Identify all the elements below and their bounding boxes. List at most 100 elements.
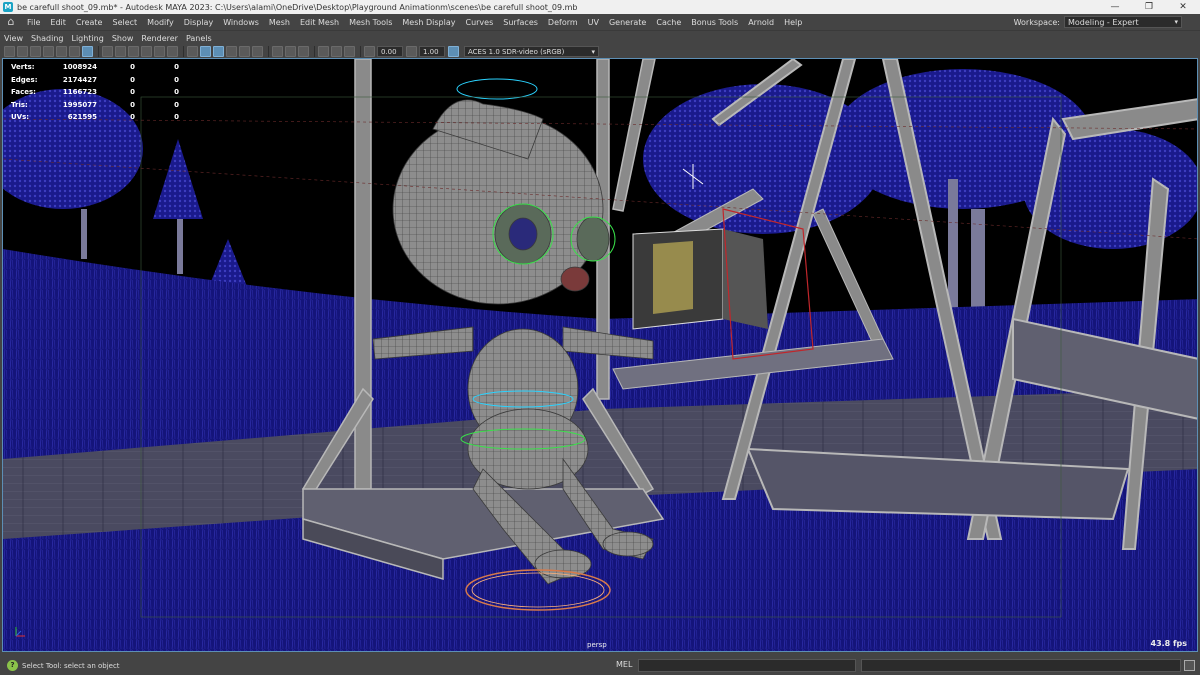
menu-deform[interactable]: Deform — [543, 18, 583, 27]
hud-value: 0 — [130, 63, 135, 72]
panel-menu-bar: View Shading Lighting Show Renderer Pane… — [0, 32, 1200, 44]
panel-menu-shading[interactable]: Shading — [27, 34, 68, 43]
hud-value: 0 — [130, 75, 135, 84]
camera-name-label: persp — [587, 641, 607, 649]
command-result-field — [861, 659, 1181, 672]
smooth-shade-icon[interactable] — [200, 45, 211, 57]
hud-value: 0 — [174, 113, 179, 122]
isolate-select-icon[interactable] — [318, 45, 329, 57]
window-controls: — ❐ ✕ — [1098, 0, 1200, 14]
xray-icon[interactable] — [331, 45, 342, 57]
camera-attributes-icon[interactable] — [17, 45, 28, 57]
workspace-dropdown[interactable]: Modeling - Expert ▾ — [1064, 16, 1182, 28]
home-icon[interactable]: ⌂ — [4, 15, 18, 29]
scene-render — [3, 59, 1197, 651]
grease-pencil-icon[interactable] — [69, 45, 80, 57]
menu-modify[interactable]: Modify — [142, 18, 179, 27]
hud-value: 0 — [174, 100, 179, 109]
script-editor-icon[interactable] — [1184, 660, 1195, 671]
gamma-field[interactable]: 1.00 — [419, 45, 445, 57]
poly-count-hud: Verts: 1008924 0 0 Edges: 2174427 0 0 Fa… — [11, 61, 179, 124]
menu-generate[interactable]: Generate — [604, 18, 651, 27]
hud-value: 2174427 — [62, 75, 97, 84]
hud-value: 0 — [130, 88, 135, 97]
menu-display[interactable]: Display — [179, 18, 219, 27]
shadows-icon[interactable] — [252, 45, 263, 57]
toolbar-separator — [268, 45, 269, 57]
field-chart-icon[interactable] — [141, 45, 152, 57]
toolbar-separator — [314, 45, 315, 57]
use-all-lights-icon[interactable] — [239, 45, 250, 57]
panel-menu-show[interactable]: Show — [108, 34, 138, 43]
hud-value: 0 — [130, 100, 135, 109]
minimize-button[interactable]: — — [1098, 0, 1132, 14]
menu-cache[interactable]: Cache — [651, 18, 686, 27]
safe-action-icon[interactable] — [154, 45, 165, 57]
command-language-label[interactable]: MEL — [616, 660, 632, 669]
menu-arnold[interactable]: Arnold — [743, 18, 779, 27]
perspective-viewport[interactable]: Verts: 1008924 0 0 Edges: 2174427 0 0 Fa… — [2, 58, 1198, 652]
hud-value: 621595 — [67, 113, 97, 122]
menu-create[interactable]: Create — [71, 18, 108, 27]
hud-row-edges: Edges: 2174427 0 0 — [11, 74, 179, 87]
exposure-icon[interactable] — [364, 45, 375, 57]
safe-title-icon[interactable] — [167, 45, 178, 57]
help-icon: ? — [7, 660, 18, 671]
anti-aliasing-icon[interactable] — [298, 45, 309, 57]
wireframe-on-shaded-icon[interactable] — [213, 45, 224, 57]
menu-surfaces[interactable]: Surfaces — [498, 18, 543, 27]
workspace-value: Modeling - Expert — [1068, 18, 1139, 27]
select-camera-icon[interactable] — [4, 45, 15, 57]
close-button[interactable]: ✕ — [1166, 0, 1200, 14]
command-line-input[interactable] — [638, 659, 856, 672]
panel-toolbar: 0.00 1.00 ACES 1.0 SDR-video (sRGB) ▾ — [0, 44, 1200, 58]
menu-mesh-display[interactable]: Mesh Display — [397, 18, 460, 27]
title-bar: M be carefull shoot_09.mb* - Autodesk MA… — [0, 0, 1200, 14]
film-gate-icon[interactable] — [102, 45, 113, 57]
help-line: ? Select Tool: select an object MEL — [0, 656, 1200, 675]
hud-label: Tris: — [11, 100, 28, 109]
textured-icon[interactable] — [226, 45, 237, 57]
panel-menu-panels[interactable]: Panels — [182, 34, 216, 43]
hud-row-faces: Faces: 1166723 0 0 — [11, 86, 179, 99]
toolbar-separator — [98, 45, 99, 57]
menu-mesh[interactable]: Mesh — [264, 18, 295, 27]
menu-help[interactable]: Help — [779, 18, 807, 27]
panel-menu-renderer[interactable]: Renderer — [137, 34, 182, 43]
menu-edit-mesh[interactable]: Edit Mesh — [295, 18, 344, 27]
gate-mask-icon[interactable] — [128, 45, 139, 57]
motion-blur-icon[interactable] — [285, 45, 296, 57]
hud-value: 0 — [174, 88, 179, 97]
menu-edit[interactable]: Edit — [45, 18, 71, 27]
hud-label: Edges: — [11, 75, 38, 84]
ambient-occlusion-icon[interactable] — [272, 45, 283, 57]
color-space-value: ACES 1.0 SDR-video (sRGB) — [468, 47, 565, 56]
exposure-field[interactable]: 0.00 — [377, 45, 403, 57]
hud-label: Verts: — [11, 63, 35, 72]
chevron-down-icon: ▾ — [591, 47, 595, 56]
panel-menu-lighting[interactable]: Lighting — [67, 34, 107, 43]
resolution-gate-icon[interactable] — [115, 45, 126, 57]
menu-mesh-tools[interactable]: Mesh Tools — [344, 18, 397, 27]
menu-select[interactable]: Select — [107, 18, 142, 27]
hud-value: 1995077 — [62, 100, 97, 109]
xray-joints-icon[interactable] — [344, 45, 355, 57]
maximize-button[interactable]: ❐ — [1132, 0, 1166, 14]
menu-file[interactable]: File — [22, 18, 45, 27]
gamma-icon[interactable] — [406, 45, 417, 57]
image-plane-icon[interactable] — [43, 45, 54, 57]
color-management-icon[interactable] — [448, 45, 459, 57]
menu-uv[interactable]: UV — [583, 18, 604, 27]
menu-curves[interactable]: Curves — [460, 18, 498, 27]
bookmark-icon[interactable] — [30, 45, 41, 57]
toggle-grid-icon[interactable] — [82, 45, 93, 57]
2d-pan-zoom-icon[interactable] — [56, 45, 67, 57]
panel-menu-view[interactable]: View — [0, 34, 27, 43]
menu-windows[interactable]: Windows — [218, 18, 264, 27]
color-space-dropdown[interactable]: ACES 1.0 SDR-video (sRGB) ▾ — [464, 45, 599, 57]
workspace-selector: Workspace: Modeling - Expert ▾ — [1014, 16, 1182, 28]
hud-value: 1166723 — [62, 88, 97, 97]
wireframe-icon[interactable] — [187, 45, 198, 57]
menu-bonus-tools[interactable]: Bonus Tools — [686, 18, 743, 27]
hud-value: 0 — [174, 63, 179, 72]
